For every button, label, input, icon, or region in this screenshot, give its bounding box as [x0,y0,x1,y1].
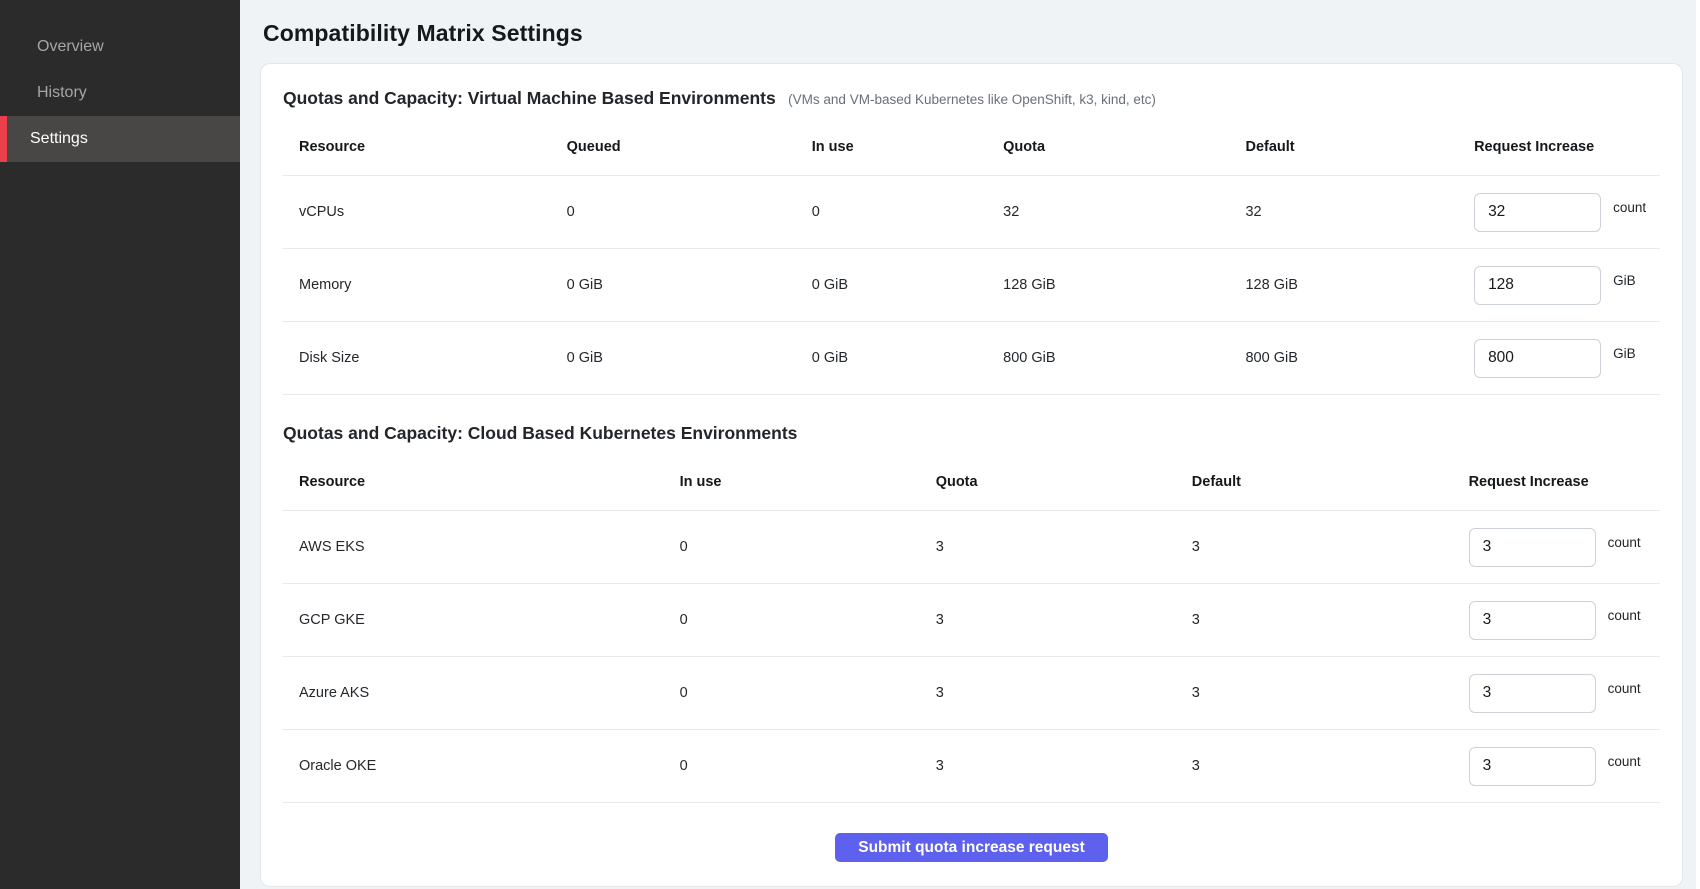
resource-cell: GCP GKE [283,584,680,657]
table-row-gcp-gke: GCP GKE 0 3 3 count [283,584,1660,657]
in-use-cell: 0 [680,730,936,803]
column-header-resource: Resource [283,119,567,176]
default-cell: 128 GiB [1245,249,1474,322]
in-use-cell: 0 GiB [812,249,1003,322]
unit-label: count [1608,681,1641,696]
vm-section-note: (VMs and VM-based Kubernetes like OpenSh… [788,92,1156,107]
default-cell: 3 [1192,730,1469,803]
quota-cell: 800 GiB [1003,322,1245,395]
sidebar-item-settings[interactable]: Settings [0,116,240,162]
resource-cell: Azure AKS [283,657,680,730]
column-header-request-increase: Request Increase [1469,454,1660,511]
request-increase-cell: count [1469,657,1660,730]
quota-cell: 3 [936,657,1192,730]
table-row-disk-size: Disk Size 0 GiB 0 GiB 800 GiB 800 GiB Gi… [283,322,1660,395]
vm-section-header: Quotas and Capacity: Virtual Machine Bas… [283,88,1660,109]
queued-cell: 0 GiB [567,249,812,322]
table-row-oracle-oke: Oracle OKE 0 3 3 count [283,730,1660,803]
unit-label: count [1608,608,1641,623]
request-increase-cell: GiB [1474,249,1660,322]
table-row-aws-eks: AWS EKS 0 3 3 count [283,511,1660,584]
vm-quota-table: Resource Queued In use Quota Default Req… [283,119,1660,395]
default-cell: 3 [1192,511,1469,584]
default-cell: 3 [1192,584,1469,657]
unit-label: count [1613,200,1646,215]
resource-cell: Disk Size [283,322,567,395]
unit-label: count [1608,754,1641,769]
in-use-cell: 0 GiB [812,322,1003,395]
quota-cell: 128 GiB [1003,249,1245,322]
request-increase-cell: count [1474,176,1660,249]
sidebar-item-history[interactable]: History [0,70,240,116]
resource-cell: vCPUs [283,176,567,249]
submit-row: Submit quota increase request [283,833,1660,868]
default-cell: 3 [1192,657,1469,730]
queued-cell: 0 [567,176,812,249]
aws-eks-request-input[interactable] [1469,528,1596,567]
gcp-gke-request-input[interactable] [1469,601,1596,640]
app-root: Overview History Settings Compatibility … [0,0,1700,889]
sidebar-item-overview[interactable]: Overview [0,24,240,70]
column-header-quota: Quota [936,454,1192,511]
table-row-vcpus: vCPUs 0 0 32 32 count [283,176,1660,249]
vm-section-title: Quotas and Capacity: Virtual Machine Bas… [283,88,776,108]
default-cell: 32 [1245,176,1474,249]
unit-label: count [1608,535,1641,550]
quota-cell: 3 [936,584,1192,657]
in-use-cell: 0 [680,584,936,657]
table-row-memory: Memory 0 GiB 0 GiB 128 GiB 128 GiB GiB [283,249,1660,322]
memory-request-input[interactable] [1474,266,1601,305]
column-header-quota: Quota [1003,119,1245,176]
submit-quota-increase-button[interactable]: Submit quota increase request [835,833,1108,862]
sidebar: Overview History Settings [0,0,240,889]
default-cell: 800 GiB [1245,322,1474,395]
request-increase-cell: count [1469,730,1660,803]
vcpus-request-input[interactable] [1474,193,1601,232]
in-use-cell: 0 [680,657,936,730]
column-header-default: Default [1245,119,1474,176]
settings-card: Quotas and Capacity: Virtual Machine Bas… [260,63,1683,887]
k8s-table-header-row: Resource In use Quota Default Request In… [283,454,1660,511]
request-increase-cell: count [1469,584,1660,657]
disk-size-request-input[interactable] [1474,339,1601,378]
oracle-oke-request-input[interactable] [1469,747,1596,786]
resource-cell: Oracle OKE [283,730,680,803]
scrollbar-track[interactable] [1696,0,1700,889]
in-use-cell: 0 [680,511,936,584]
unit-label: GiB [1613,273,1636,288]
quota-cell: 3 [936,511,1192,584]
k8s-section-header: Quotas and Capacity: Cloud Based Kuberne… [283,423,1660,444]
k8s-quota-table: Resource In use Quota Default Request In… [283,454,1660,803]
resource-cell: Memory [283,249,567,322]
k8s-section-title: Quotas and Capacity: Cloud Based Kuberne… [283,423,797,443]
quota-cell: 3 [936,730,1192,803]
in-use-cell: 0 [812,176,1003,249]
column-header-resource: Resource [283,454,680,511]
column-header-in-use: In use [680,454,936,511]
queued-cell: 0 GiB [567,322,812,395]
main-content: Compatibility Matrix Settings Quotas and… [240,0,1700,889]
table-row-azure-aks: Azure AKS 0 3 3 count [283,657,1660,730]
column-header-request-increase: Request Increase [1474,119,1660,176]
page-title: Compatibility Matrix Settings [263,20,1700,47]
column-header-queued: Queued [567,119,812,176]
quota-cell: 32 [1003,176,1245,249]
request-increase-cell: count [1469,511,1660,584]
column-header-default: Default [1192,454,1469,511]
azure-aks-request-input[interactable] [1469,674,1596,713]
resource-cell: AWS EKS [283,511,680,584]
unit-label: GiB [1613,346,1636,361]
request-increase-cell: GiB [1474,322,1660,395]
column-header-in-use: In use [812,119,1003,176]
vm-table-header-row: Resource Queued In use Quota Default Req… [283,119,1660,176]
